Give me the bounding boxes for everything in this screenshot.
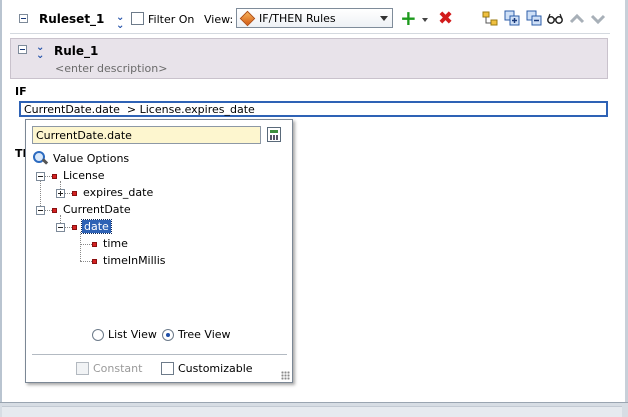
- tree-toggle-date[interactable]: [56, 223, 65, 232]
- tree-connector: [64, 193, 72, 194]
- tree-view-label[interactable]: Tree View: [178, 328, 231, 341]
- chevron-up-icon[interactable]: [569, 11, 585, 27]
- constant-checkbox[interactable]: [76, 362, 89, 375]
- field-node-icon: [92, 259, 97, 264]
- chevron-down-icon[interactable]: [590, 11, 606, 27]
- tree-connector: [80, 232, 81, 261]
- expression-builder-icon[interactable]: [267, 127, 281, 142]
- rule-header: ⌄ ⌄ Rule_1 <enter description>: [10, 38, 608, 79]
- tree-item-time-in-millis[interactable]: timeInMillis: [103, 254, 166, 267]
- tree-toggle-license[interactable]: [36, 172, 45, 181]
- remove-rule-icon[interactable]: [526, 10, 542, 26]
- add-plus-icon[interactable]: +: [400, 8, 417, 28]
- ruleset-collapse-toggle[interactable]: [19, 14, 28, 23]
- tree-structure-icon[interactable]: [482, 11, 498, 27]
- ruleset-toolbar: Ruleset_1 ⌄ ⌄ Filter On View: IF/THEN Rul…: [10, 4, 610, 34]
- tree-item-time[interactable]: time: [103, 237, 128, 250]
- filter-on-checkbox[interactable]: [131, 12, 144, 25]
- tree-connector: [44, 210, 52, 211]
- list-view-radio[interactable]: [92, 329, 104, 341]
- condition-expression-text: CurrentDate.date > License.expires_date: [24, 103, 255, 116]
- filter-on-label: Filter On: [148, 13, 195, 26]
- customizable-checkbox[interactable]: [161, 362, 174, 375]
- tree-connector: [64, 227, 72, 228]
- glasses-icon[interactable]: [547, 10, 563, 26]
- add-rule-icon[interactable]: [504, 10, 520, 26]
- tree-item-license[interactable]: License: [63, 169, 104, 182]
- bottom-scroll-bar[interactable]: [0, 402, 628, 417]
- dropdown-arrow-icon: [380, 16, 388, 21]
- tree-connector: [80, 261, 92, 262]
- value-options-label[interactable]: Value Options: [53, 152, 129, 165]
- field-node-icon: [92, 242, 97, 247]
- scroll-track[interactable]: [2, 406, 622, 417]
- tree-connector: [80, 244, 92, 245]
- tree-item-date[interactable]: date: [81, 219, 112, 234]
- popup-separator: [32, 354, 287, 355]
- view-dropdown-value: IF/THEN Rules: [259, 12, 336, 25]
- field-node-icon: [72, 225, 77, 230]
- tree-view-radio[interactable]: [162, 329, 174, 341]
- rule-description[interactable]: <enter description>: [55, 62, 167, 75]
- double-chevron-down-icon[interactable]: ⌄ ⌄: [116, 13, 124, 31]
- add-dropdown-arrow-icon[interactable]: [422, 18, 428, 22]
- if-section-label: IF: [15, 85, 27, 98]
- delete-x-icon[interactable]: ✖: [438, 10, 454, 28]
- customizable-label: Customizable: [178, 362, 253, 375]
- view-label: View:: [204, 13, 234, 26]
- field-node-icon: [72, 191, 77, 196]
- resize-grip-icon[interactable]: [281, 371, 290, 380]
- tree-item-expires-date[interactable]: expires_date: [83, 186, 153, 199]
- fact-node-icon: [52, 174, 57, 179]
- value-chooser-popup: CurrentDate.date Value Options License e…: [25, 119, 293, 383]
- magnifier-icon: [33, 151, 48, 166]
- view-dropdown[interactable]: IF/THEN Rules: [236, 8, 393, 28]
- popup-value-text: CurrentDate.date: [36, 129, 132, 142]
- ruleset-title: Ruleset_1: [39, 12, 105, 26]
- rule-title[interactable]: Rule_1: [54, 44, 98, 58]
- rule-options-chevron-icon[interactable]: ⌄ ⌄: [36, 43, 44, 61]
- tree-item-current-date[interactable]: CurrentDate: [63, 203, 131, 216]
- list-view-label[interactable]: List View: [108, 328, 157, 341]
- fact-node-icon: [52, 208, 57, 213]
- tree-connector: [40, 176, 41, 210]
- tree-connector: [44, 176, 52, 177]
- tree-toggle-current-date[interactable]: [36, 206, 45, 215]
- condition-expression-field[interactable]: CurrentDate.date > License.expires_date: [19, 101, 608, 117]
- rule-collapse-toggle[interactable]: [18, 45, 27, 54]
- tree-toggle-expires-date[interactable]: [56, 189, 65, 198]
- constant-label: Constant: [93, 362, 143, 375]
- popup-value-input[interactable]: CurrentDate.date: [32, 126, 261, 144]
- rules-diamond-icon: [239, 10, 256, 27]
